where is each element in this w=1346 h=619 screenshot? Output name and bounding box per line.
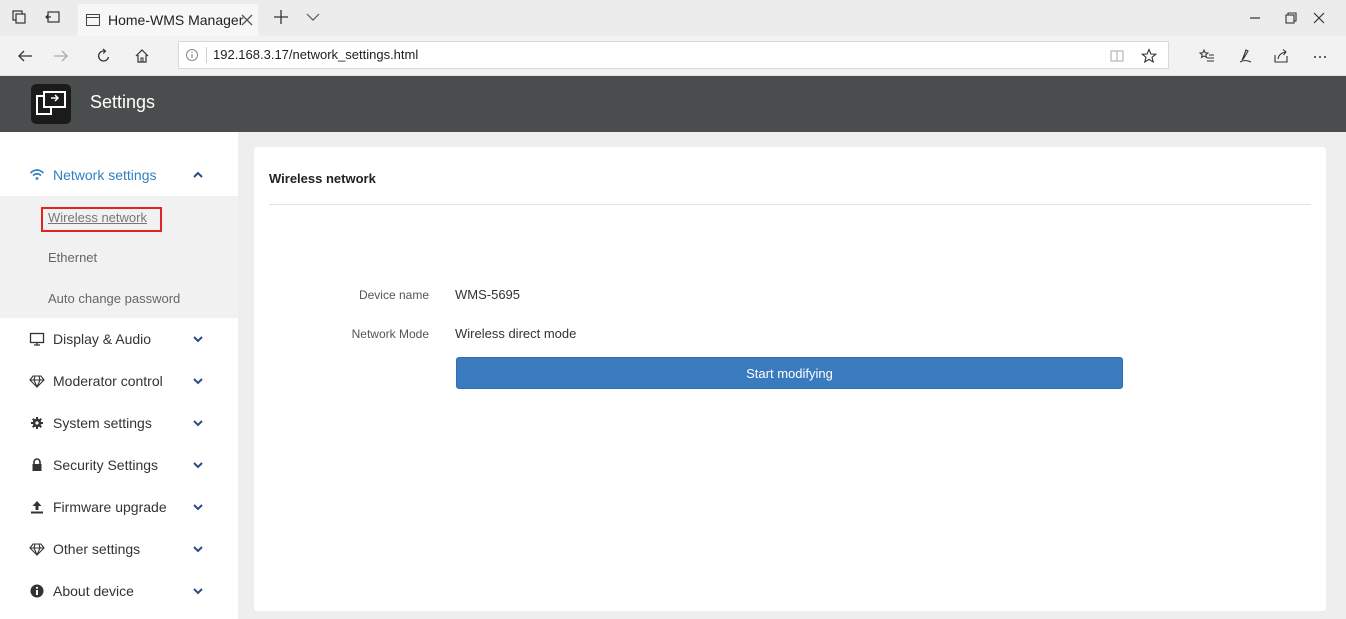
chevron-down-icon[interactable]	[191, 500, 205, 514]
app-header: Settings	[0, 76, 1346, 132]
address-separator	[206, 47, 207, 63]
app-title: Settings	[90, 92, 156, 112]
panel-divider	[269, 204, 1311, 205]
back-arrow-icon[interactable]	[17, 48, 33, 64]
sidebar-item-about-device[interactable]: About device	[0, 570, 238, 612]
tab-actions-icon[interactable]	[11, 9, 27, 25]
highlight-annotation-box	[41, 207, 162, 232]
info-icon	[29, 583, 45, 599]
start-modifying-button[interactable]: Start modifying	[456, 357, 1123, 389]
sidebar-item-firmware-upgrade[interactable]: Firmware upgrade	[0, 486, 238, 528]
sidebar-item-other-settings[interactable]: Other settings	[0, 528, 238, 570]
url-text[interactable]: 192.168.3.17/network_settings.html	[213, 47, 418, 62]
gear-icon	[29, 415, 45, 431]
lock-icon	[29, 457, 45, 473]
sidebar-item-label: Moderator control	[53, 373, 163, 389]
favorites-hub-icon[interactable]	[1198, 48, 1215, 64]
minimize-icon[interactable]	[1247, 10, 1263, 26]
sidebar: Network settings Wireless network Ethern…	[0, 132, 238, 619]
network-mode-value: Wireless direct mode	[455, 326, 577, 341]
network-mode-label: Network Mode	[351, 327, 429, 341]
sidebar-item-label: Firmware upgrade	[53, 499, 167, 515]
app-logo	[31, 84, 71, 124]
address-bar[interactable]: 192.168.3.17/network_settings.html	[178, 41, 1169, 69]
wireless-network-panel: Wireless network Device name WMS-5695 Ne…	[254, 147, 1326, 611]
reading-view-icon[interactable]	[1109, 48, 1125, 64]
more-icon[interactable]	[1312, 48, 1328, 64]
sidebar-item-label: Network settings	[53, 167, 157, 183]
sidebar-item-network-settings[interactable]: Network settings	[0, 154, 238, 196]
forward-arrow-icon[interactable]	[53, 48, 69, 64]
home-icon[interactable]	[134, 48, 150, 64]
sidebar-item-label: Other settings	[53, 541, 141, 557]
sidebar-item-system-settings[interactable]: System settings	[0, 402, 238, 444]
chevron-down-icon[interactable]	[191, 584, 205, 598]
browser-tab[interactable]: Home-WMS Manager	[78, 4, 258, 36]
sidebar-item-label: Display & Audio	[53, 331, 152, 347]
web-note-pen-icon[interactable]	[1237, 48, 1253, 64]
panel-title: Wireless network	[269, 171, 376, 186]
chevron-down-icon[interactable]	[191, 416, 205, 430]
subnav-ethernet[interactable]: Ethernet	[48, 250, 97, 265]
chevron-down-icon[interactable]	[191, 332, 205, 346]
browser-titlebar: Home-WMS Manager	[0, 0, 1346, 36]
refresh-icon[interactable]	[96, 48, 112, 64]
upload-icon	[29, 499, 45, 515]
set-aside-tabs-icon[interactable]	[45, 9, 61, 25]
sidebar-item-moderator-control[interactable]: Moderator control	[0, 360, 238, 402]
monitor-icon	[29, 331, 45, 347]
diamond-icon	[29, 373, 45, 389]
subnav-auto-change-password[interactable]: Auto change password	[48, 291, 180, 306]
chevron-down-icon[interactable]	[191, 458, 205, 472]
device-name-value: WMS-5695	[455, 287, 521, 302]
tab-title: Home-WMS Manager	[108, 12, 244, 28]
page-icon	[86, 14, 100, 26]
sidebar-item-label: About device	[53, 583, 134, 599]
close-window-icon[interactable]	[1311, 10, 1327, 26]
restore-icon[interactable]	[1283, 10, 1299, 26]
favorite-star-icon[interactable]	[1140, 48, 1158, 64]
sidebar-item-label: Security Settings	[53, 457, 159, 473]
chevron-up-icon[interactable]	[191, 168, 205, 182]
browser-toolbar: 192.168.3.17/network_settings.html	[0, 36, 1346, 76]
new-tab-icon[interactable]	[273, 9, 289, 25]
wifi-icon	[29, 167, 45, 183]
chevron-down-icon[interactable]	[191, 542, 205, 556]
sidebar-item-label: System settings	[53, 415, 152, 431]
sidebar-item-security-settings[interactable]: Security Settings	[0, 444, 238, 486]
chevron-down-icon[interactable]	[191, 374, 205, 388]
device-name-label: Device name	[358, 288, 429, 302]
diamond-icon	[29, 541, 45, 557]
sidebar-item-display-audio[interactable]: Display & Audio	[0, 318, 238, 360]
close-tab-icon[interactable]	[238, 11, 256, 29]
chevron-down-icon[interactable]	[305, 9, 321, 25]
info-icon[interactable]	[185, 48, 199, 62]
share-icon[interactable]	[1273, 48, 1289, 64]
